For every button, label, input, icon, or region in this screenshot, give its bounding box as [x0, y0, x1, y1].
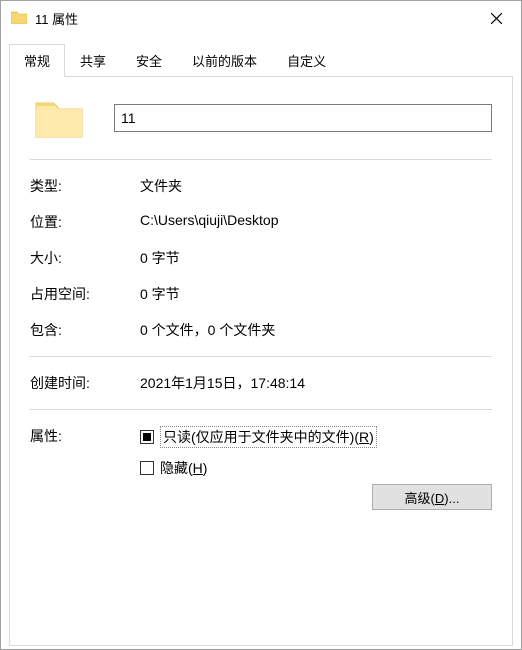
created-label: 创建时间:	[30, 373, 140, 393]
hidden-row: 隐藏(H)	[140, 458, 492, 478]
sizeondisk-value: 0 字节	[140, 284, 492, 304]
tab-panel-general: 类型: 文件夹 位置: C:\Users\qiuji\Desktop 大小: 0…	[9, 76, 513, 646]
created-value: 2021年1月15日，17:48:14	[140, 373, 492, 393]
type-value: 文件夹	[140, 176, 492, 196]
attributes-label: 属性:	[30, 426, 140, 446]
contains-value: 0 个文件，0 个文件夹	[140, 320, 492, 340]
sizeondisk-row: 占用空间: 0 字节	[30, 284, 492, 304]
advanced-button[interactable]: 高级(D)...	[372, 484, 492, 510]
properties-dialog: 11 属性 常规 共享 安全 以前的版本 自定义 类型: 文件夹	[0, 0, 522, 650]
separator	[30, 356, 492, 357]
folder-large-icon	[34, 97, 84, 139]
folder-name-input[interactable]	[114, 104, 492, 132]
readonly-row: 只读(仅应用于文件夹中的文件)(R)	[140, 426, 492, 448]
tab-sharing[interactable]: 共享	[65, 44, 121, 77]
sizeondisk-label: 占用空间:	[30, 284, 140, 304]
close-button[interactable]	[473, 3, 519, 33]
created-row: 创建时间: 2021年1月15日，17:48:14	[30, 373, 492, 393]
tab-previous-versions[interactable]: 以前的版本	[177, 44, 272, 77]
readonly-label[interactable]: 只读(仅应用于文件夹中的文件)(R)	[160, 426, 377, 448]
size-row: 大小: 0 字节	[30, 248, 492, 268]
folder-icon	[11, 10, 27, 27]
tab-customize[interactable]: 自定义	[272, 44, 341, 77]
size-value: 0 字节	[140, 248, 492, 268]
size-label: 大小:	[30, 248, 140, 268]
contains-label: 包含:	[30, 320, 140, 340]
location-label: 位置:	[30, 212, 140, 232]
titlebar: 11 属性	[1, 1, 521, 35]
tab-strip: 常规 共享 安全 以前的版本 自定义	[9, 43, 513, 76]
tabs-container: 常规 共享 安全 以前的版本 自定义 类型: 文件夹 位置: C:\Users\…	[1, 35, 521, 646]
location-value: C:\Users\qiuji\Desktop	[140, 212, 492, 232]
advanced-row: 高级(D)...	[140, 484, 492, 510]
close-icon	[491, 13, 502, 24]
attributes-options: 只读(仅应用于文件夹中的文件)(R) 隐藏(H) 高级(D)...	[140, 426, 492, 510]
name-row	[30, 97, 492, 139]
tab-security[interactable]: 安全	[121, 44, 177, 77]
window-title: 11 属性	[35, 9, 473, 28]
location-row: 位置: C:\Users\qiuji\Desktop	[30, 212, 492, 232]
hidden-label[interactable]: 隐藏(H)	[160, 458, 207, 478]
separator	[30, 409, 492, 410]
separator	[30, 159, 492, 160]
contains-row: 包含: 0 个文件，0 个文件夹	[30, 320, 492, 340]
type-label: 类型:	[30, 176, 140, 196]
hidden-checkbox[interactable]	[140, 461, 154, 475]
readonly-checkbox[interactable]	[140, 430, 154, 444]
tab-general[interactable]: 常规	[9, 44, 65, 77]
type-row: 类型: 文件夹	[30, 176, 492, 196]
attributes-row: 属性: 只读(仅应用于文件夹中的文件)(R) 隐藏(H) 高级(D)...	[30, 426, 492, 510]
